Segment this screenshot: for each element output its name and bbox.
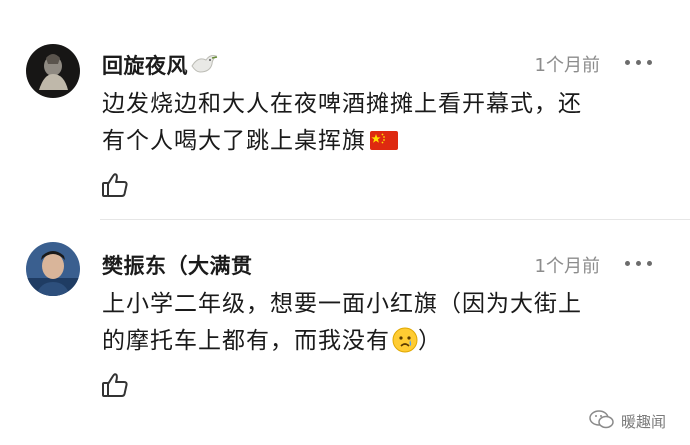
watermark-text: 暖趣闻 [620,412,666,431]
more-options-button[interactable] [624,258,654,268]
username[interactable]: 樊振东（大满贯 [102,250,253,280]
more-options-button[interactable] [624,57,654,67]
comment-text-line: 边发烧边和大人在夜啤酒摊摊上看开幕式，还 [102,91,582,117]
comment-text-line-content: 有个人喝大了跳上桌挥旗 [102,128,366,154]
comment-text-line-suffix: ） [418,328,442,354]
like-icon[interactable] [100,370,130,400]
comment-item: 回旋夜风 1个月前 边发烧边和大人在夜啤酒摊摊上看开幕式，还 有个人喝大了跳上桌… [0,0,690,220]
china-flag-icon [370,125,398,150]
comment-text-line: 上小学二年级，想要一面小红旗（因为大街上 [102,291,582,317]
dot [625,60,630,65]
watermark: 暖趣闻 [589,409,666,433]
comment-text-line-content: 的摩托车上都有，而我没有 [102,328,390,354]
dove-icon [190,52,218,81]
crying-face-icon [392,327,418,353]
dot [647,261,652,266]
comment-item: 樊振东（大满贯 1个月前 上小学二年级，想要一面小红旗（因为大街上 的摩托车上都… [0,220,690,445]
username[interactable]: 回旋夜风 [102,50,218,81]
username-text: 樊振东（大满贯 [102,254,253,278]
dot [636,60,641,65]
comment-time: 1个月前 [534,256,600,277]
dot [636,261,641,266]
avatar[interactable] [26,44,80,98]
comment-text-line: 的摩托车上都有，而我没有 ） [102,323,662,360]
dot [647,60,652,65]
avatar[interactable] [26,242,80,296]
like-icon[interactable] [100,170,130,200]
comment-text-line: 有个人喝大了跳上桌挥旗 [102,123,662,160]
comment-text: 边发烧边和大人在夜啤酒摊摊上看开幕式，还 有个人喝大了跳上桌挥旗 [102,86,662,160]
dot [625,261,630,266]
wechat-icon [589,409,615,433]
comment-time: 1个月前 [534,55,600,76]
username-text: 回旋夜风 [102,54,188,78]
comment-text: 上小学二年级，想要一面小红旗（因为大街上 的摩托车上都有，而我没有 ） [102,286,662,360]
